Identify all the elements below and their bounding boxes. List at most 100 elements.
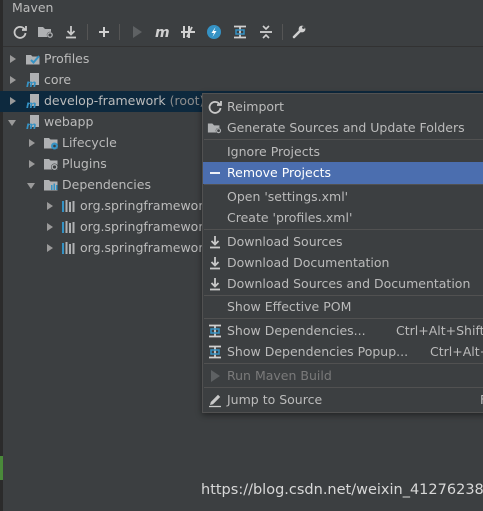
download-icon[interactable] [61, 21, 81, 43]
menu-item-label: Download Sources [227, 234, 343, 249]
svg-text:m: m [26, 79, 36, 88]
svg-text:m: m [26, 100, 36, 109]
toolbar-separator [282, 24, 283, 40]
refresh-icon[interactable] [10, 21, 30, 43]
menu-item-label: Open 'settings.xml' [227, 189, 349, 204]
menu-item-label: Show Dependencies... [227, 323, 366, 338]
tree-item-profiles[interactable]: Profiles [0, 49, 483, 70]
download-icon [210, 236, 220, 249]
status-indicator [0, 456, 3, 480]
library-icon [62, 242, 75, 254]
dependencies-icon [209, 324, 221, 338]
menu-item-label: Jump to Source [227, 392, 323, 407]
tree-item-label: org.springframework [80, 198, 211, 213]
chevron-right-icon[interactable] [8, 75, 18, 85]
menu-item-generate-sources[interactable]: Generate Sources and Update Folders [203, 117, 483, 139]
chevron-right-icon[interactable] [45, 222, 55, 232]
tool-window-header: Maven [3, 0, 483, 16]
menu-item-reimport[interactable]: Reimport [203, 96, 483, 118]
tree-item-label: org.springframework [80, 240, 211, 255]
menu-item-label: Run Maven Build [227, 368, 332, 383]
menu-item-remove-projects[interactable]: Remove Projects [203, 162, 483, 184]
add-icon[interactable] [94, 21, 114, 43]
menu-item-label: Create 'profiles.xml' [227, 210, 353, 225]
menu-item-open-settings[interactable]: Open 'settings.xml' [203, 186, 483, 208]
svg-text:m: m [26, 121, 36, 130]
show-dependencies-icon[interactable] [230, 21, 250, 43]
toolbar-separator [87, 24, 88, 40]
maven-module-icon: m [26, 73, 39, 88]
chevron-right-icon[interactable] [8, 96, 18, 106]
menu-item-show-effective-pom[interactable]: Show Effective POM [203, 296, 483, 318]
tree-item-label: Dependencies [62, 177, 151, 192]
toolbar-separator [119, 24, 120, 40]
tree-item-label: Profiles [44, 51, 90, 66]
menu-separator [204, 229, 483, 230]
tree-item-label: Lifecycle [62, 135, 117, 150]
chevron-right-icon[interactable] [27, 159, 37, 169]
menu-item-label: Generate Sources and Update Folders [227, 120, 465, 135]
generate-sources-icon[interactable] [36, 21, 56, 43]
tool-window-title: Maven [12, 0, 54, 15]
menu-item-create-profiles[interactable]: Create 'profiles.xml' [203, 207, 483, 229]
download-icon [210, 257, 220, 270]
collapse-all-icon[interactable] [256, 21, 276, 43]
menu-item-download-sources[interactable]: Download Sources [203, 231, 483, 253]
download-icon [210, 278, 220, 291]
dependencies-folder-icon [44, 180, 58, 191]
tree-item-label: webapp [44, 114, 94, 129]
reimport-icon [208, 101, 222, 114]
tree-item-core[interactable]: m core [0, 70, 483, 91]
menu-separator [204, 387, 483, 388]
chevron-right-icon[interactable] [45, 201, 55, 211]
menu-separator [204, 318, 483, 319]
menu-item-label: Show Effective POM [227, 299, 352, 314]
chevron-right-icon[interactable] [8, 54, 18, 64]
tree-item-label: develop-framework (root) [44, 93, 204, 108]
profiles-icon [26, 55, 40, 65]
maven-module-icon: m [26, 94, 39, 109]
menu-item-show-dependencies-popup[interactable]: Show Dependencies Popup... Ctrl+Alt+ [203, 341, 483, 363]
library-icon [62, 200, 75, 212]
menu-item-download-sources-and-docs[interactable]: Download Sources and Documentation [203, 273, 483, 295]
menu-item-ignore-projects[interactable]: Ignore Projects [203, 141, 483, 163]
dependencies-icon [209, 345, 221, 359]
chevron-right-icon[interactable] [27, 138, 37, 148]
maven-toolbar: m [3, 18, 483, 47]
skip-tests-icon[interactable] [204, 21, 224, 43]
menu-item-jump-to-source[interactable]: Jump to Source F [203, 389, 483, 411]
chevron-right-icon[interactable] [45, 243, 55, 253]
menu-item-run-maven-build[interactable]: Run Maven Build [203, 365, 483, 387]
run-icon [211, 370, 220, 382]
root-suffix: (root) [169, 93, 205, 108]
menu-item-label: Download Sources and Documentation [227, 276, 471, 291]
tree-item-label: core [44, 72, 72, 87]
chevron-down-icon[interactable] [26, 181, 36, 191]
plugins-folder-icon [44, 159, 58, 171]
menu-item-shortcut: Ctrl+Alt+ [430, 344, 483, 359]
tree-item-label: Plugins [62, 156, 107, 171]
menu-item-shortcut: Ctrl+Alt+Shift+ [396, 323, 483, 338]
execute-goal-icon[interactable]: m [153, 21, 173, 43]
library-icon [62, 221, 75, 233]
toggle-offline-icon[interactable] [178, 21, 198, 43]
menu-item-label: Reimport [227, 99, 285, 114]
run-icon[interactable] [127, 21, 147, 43]
menu-item-label: Remove Projects [227, 165, 331, 180]
chevron-down-icon[interactable] [7, 118, 17, 128]
menu-item-label: Ignore Projects [227, 144, 320, 159]
lifecycle-folder-icon [44, 138, 58, 150]
menu-separator [204, 184, 483, 185]
minus-icon [210, 172, 220, 174]
maven-module-icon: m [26, 115, 39, 130]
menu-item-download-documentation[interactable]: Download Documentation [203, 252, 483, 274]
menu-separator [204, 139, 483, 140]
module-name: develop-framework [44, 93, 166, 108]
menu-separator [204, 363, 483, 364]
edit-pencil-icon [209, 394, 221, 408]
menu-item-label: Show Dependencies Popup... [227, 344, 409, 359]
generate-sources-icon [207, 123, 222, 134]
context-menu: Reimport Generate Sources and Update Fol… [202, 93, 483, 413]
menu-item-show-dependencies[interactable]: Show Dependencies... Ctrl+Alt+Shift+ [203, 320, 483, 342]
settings-wrench-icon[interactable] [289, 21, 309, 43]
